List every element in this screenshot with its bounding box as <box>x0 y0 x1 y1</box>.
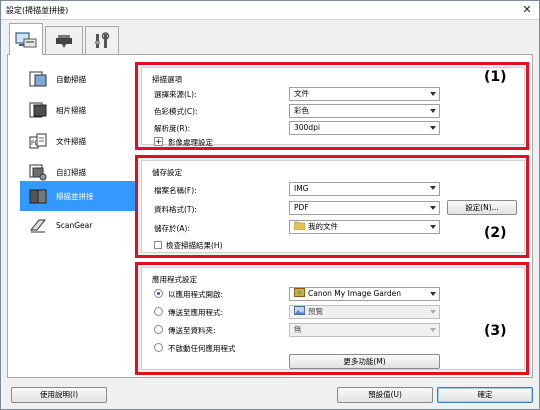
auto-scan-icon <box>29 70 47 88</box>
save-in-value: 我的文件 <box>308 222 338 231</box>
chevron-down-icon <box>430 328 436 332</box>
stitch-scan-icon <box>29 187 47 205</box>
send-to-app-select[interactable]: 預覽 <box>289 305 440 319</box>
send-to-folder-value: 無 <box>294 325 302 334</box>
sidebar-item-photo-scan[interactable]: 相片掃描 <box>20 96 136 124</box>
source-label: 選擇來源(L): <box>154 90 197 99</box>
folder-icon <box>294 221 305 230</box>
no-app-label[interactable]: 不啟動任何應用程式 <box>168 343 236 354</box>
resolution-value: 300dpi <box>294 123 320 132</box>
title-bar: 設定(掃描並拼接) ✕ <box>1 1 539 20</box>
chevron-down-icon <box>430 92 436 96</box>
more-functions-button[interactable]: 更多功能(M) <box>289 354 440 369</box>
sidebar-item-stitch-scan[interactable]: 掃描並拼接 <box>20 181 136 211</box>
file-name-input[interactable]: IMG <box>289 182 440 196</box>
window-title: 設定(掃描並拼接) <box>6 6 69 15</box>
preview-icon <box>294 306 305 315</box>
save-in-select[interactable]: 我的文件 <box>289 220 440 234</box>
photo-scan-icon <box>29 101 47 119</box>
chevron-down-icon <box>430 206 436 210</box>
scan-options-group: 掃描選項 選擇來源(L): 文件 色彩模式(C): 彩色 解析度(R): 300… <box>141 67 525 148</box>
format-settings-button[interactable]: 設定(N)... <box>447 200 517 215</box>
send-to-folder-radio[interactable] <box>154 325 163 334</box>
color-mode-value: 彩色 <box>294 106 309 115</box>
sidebar-item-label: 掃描並拼接 <box>56 191 94 201</box>
tab-general-settings[interactable] <box>85 26 119 55</box>
sidebar-item-label: 自動掃描 <box>56 74 86 84</box>
help-button[interactable]: 使用說明(I) <box>11 387 107 403</box>
section-marker-1: (1) <box>484 69 507 85</box>
data-format-label: 資料格式(T): <box>154 205 197 214</box>
section-marker-2: (2) <box>484 225 507 241</box>
resolution-select[interactable]: 300dpi <box>289 121 440 135</box>
sidebar-item-auto-scan[interactable]: 自動掃描 <box>20 65 136 93</box>
scangear-icon <box>29 216 47 234</box>
open-with-app-label[interactable]: 以應用程式開啟: <box>168 289 223 300</box>
color-mode-label: 色彩模式(C): <box>154 107 198 116</box>
color-mode-select[interactable]: 彩色 <box>289 104 440 118</box>
tools-icon <box>95 32 110 48</box>
tab-scan-from-panel[interactable] <box>45 26 83 55</box>
settings-window: 設定(掃描並拼接) ✕ 自動掃描 相片掃描 文件掃描 自訂掃描 掃描並拼接 Sc… <box>0 0 540 410</box>
source-select[interactable]: 文件 <box>289 87 440 101</box>
computer-scan-icon <box>15 31 37 47</box>
file-name-label: 檔案名稱(F): <box>154 186 197 195</box>
app-icon <box>294 288 305 297</box>
resolution-label: 解析度(R): <box>154 124 191 133</box>
chevron-down-icon <box>430 225 436 229</box>
sidebar-item-scangear[interactable]: ScanGear <box>20 211 136 239</box>
save-settings-title: 儲存設定 <box>152 168 182 177</box>
data-format-value: PDF <box>294 203 309 212</box>
source-value: 文件 <box>294 89 309 98</box>
app-settings-group: 應用程式設定 以應用程式開啟: Canon My Image Garden 傳送… <box>141 267 525 370</box>
send-to-app-label[interactable]: 傳送至應用程式: <box>168 307 223 318</box>
app-settings-title: 應用程式設定 <box>152 275 197 284</box>
sidebar-item-label: 相片掃描 <box>56 105 86 115</box>
sidebar-item-document-scan[interactable]: PDF 文件掃描 <box>20 127 136 155</box>
save-settings-group: 儲存設定 檔案名稱(F): IMG 資料格式(T): PDF 設定(N)... … <box>141 160 525 253</box>
scan-mode-sidebar: 自動掃描 相片掃描 PDF 文件掃描 自訂掃描 <box>14 61 139 373</box>
file-name-value: IMG <box>294 184 309 193</box>
save-in-label: 儲存於(A): <box>154 224 191 233</box>
send-to-folder-select[interactable]: 無 <box>289 323 440 337</box>
open-with-app-radio[interactable] <box>154 289 163 298</box>
send-to-app-radio[interactable] <box>154 307 163 316</box>
section-marker-3: (3) <box>484 323 507 339</box>
settings-content: 自動掃描 相片掃描 PDF 文件掃描 自訂掃描 <box>7 54 533 378</box>
scan-options-title: 掃描選項 <box>152 75 182 84</box>
ok-button[interactable]: 確定 <box>437 387 533 403</box>
send-to-app-value: 預覽 <box>308 307 323 316</box>
expand-icon[interactable]: + <box>154 137 163 146</box>
open-with-app-select[interactable]: Canon My Image Garden <box>289 287 440 301</box>
check-results-checkbox[interactable] <box>154 241 162 249</box>
sidebar-item-label: 自訂掃描 <box>56 167 86 177</box>
chevron-down-icon <box>430 109 436 113</box>
chevron-down-icon <box>430 292 436 296</box>
scanner-icon <box>56 35 72 48</box>
document-scan-icon: PDF <box>29 132 47 150</box>
check-results-label[interactable]: 檢查掃描結果(H) <box>166 240 223 251</box>
data-format-select[interactable]: PDF <box>289 201 440 215</box>
no-app-radio[interactable] <box>154 343 163 352</box>
open-with-app-value: Canon My Image Garden <box>308 289 401 298</box>
tab-scan-from-computer[interactable] <box>9 23 43 55</box>
custom-scan-icon <box>29 163 47 181</box>
sidebar-item-label: ScanGear <box>56 220 93 230</box>
chevron-down-icon <box>430 186 436 190</box>
chevron-down-icon <box>430 126 436 130</box>
send-to-folder-label[interactable]: 傳送至資料夾: <box>168 325 216 336</box>
close-icon[interactable]: ✕ <box>521 4 533 16</box>
image-processing-label[interactable]: 影像處理設定 <box>168 137 213 148</box>
defaults-button[interactable]: 預設值(U) <box>337 387 433 403</box>
chevron-down-icon <box>430 310 436 314</box>
sidebar-item-label: 文件掃描 <box>56 136 86 146</box>
